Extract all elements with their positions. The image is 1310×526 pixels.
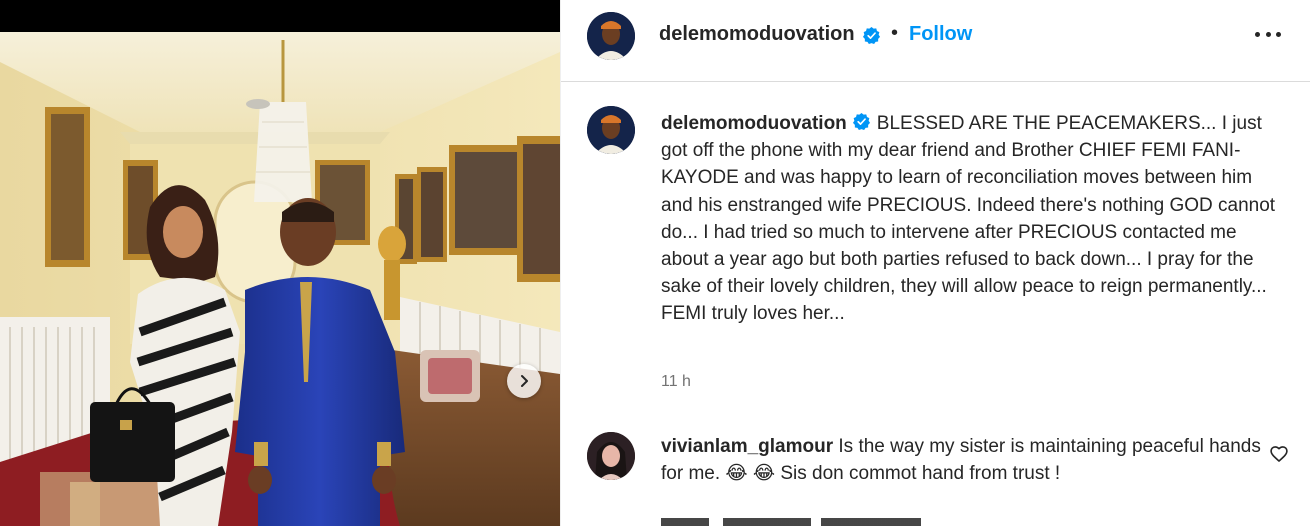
post-media [0,0,560,526]
caption-text: BLESSED ARE THE PEACEMAKERS... I just go… [661,113,1276,325]
comment-username[interactable]: vivianlam_glamour [661,436,833,457]
verified-badge-icon [862,26,881,45]
post-header: delemomoduovation • Follow [561,0,1310,82]
verified-badge-icon [852,112,870,131]
commenter-avatar[interactable] [587,432,635,480]
caption-username[interactable]: delemomoduovation [661,113,847,134]
post-photo [0,32,560,526]
comment-body: vivianlam_glamour Is the way my sister i… [661,433,1261,487]
more-options-icon[interactable] [1255,32,1281,40]
author-avatar[interactable] [587,12,635,60]
follow-button[interactable]: Follow [909,23,972,46]
next-media-button[interactable] [507,364,541,398]
header-separator: • [891,22,899,44]
post-timestamp[interactable]: 11 h [661,373,691,391]
chevron-right-icon [521,375,528,387]
heart-icon[interactable] [1269,444,1289,464]
post-caption: delemomoduovation BLESSED ARE THE PEACEM… [661,110,1281,328]
post-side-panel: delemomoduovation • Follow delemomoduova… [560,0,1310,526]
author-username[interactable]: delemomoduovation [659,23,855,46]
caption-author-avatar[interactable] [587,106,635,154]
next-comment-peek [661,518,921,526]
